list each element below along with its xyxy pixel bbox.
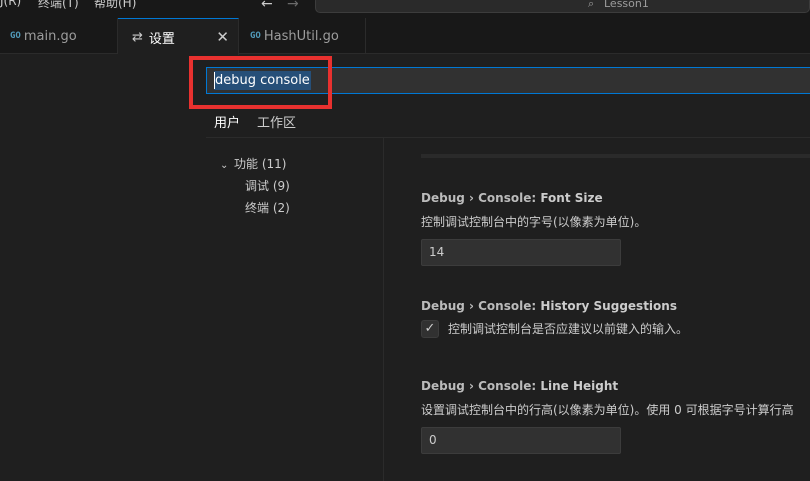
title-bar: J(R) 终端(T) 帮助(H) ← → ⌕ Lesson1 bbox=[0, 0, 810, 18]
chevron-down-icon: ⌄ bbox=[220, 160, 229, 171]
setting-title-line-height: Debug › Console: Line Height bbox=[421, 379, 619, 393]
menu-terminal[interactable]: 终端(T) bbox=[38, 0, 79, 11]
setting-title-font-size: Debug › Console: Font Size bbox=[421, 191, 603, 205]
go-file-icon: GO bbox=[250, 31, 261, 41]
highlight-box bbox=[189, 56, 332, 109]
divider bbox=[383, 138, 384, 481]
check-icon: ✓ bbox=[424, 321, 436, 336]
editor-tab-bar: GO main.go ⇄ 设置 ✕ GO HashUtil.go bbox=[0, 18, 810, 55]
setting-title-history-suggestions: Debug › Console: History Suggestions bbox=[421, 299, 677, 313]
tab-settings[interactable]: ⇄ 设置 ✕ bbox=[118, 18, 239, 55]
tab-label: 设置 bbox=[148, 31, 175, 47]
toc-item-debug[interactable]: 调试 (9) bbox=[245, 177, 290, 194]
command-center[interactable]: ⌕ Lesson1 bbox=[315, 0, 810, 13]
go-file-icon: GO bbox=[10, 31, 21, 41]
toc-label: 功能 (11) bbox=[234, 157, 287, 171]
setting-description: 控制调试控制台中的字号(以像素为单位)。 bbox=[421, 215, 647, 229]
tab-user-scope[interactable]: 用户 bbox=[214, 112, 241, 138]
setting-description: 控制调试控制台是否应建议以前键入的输入。 bbox=[448, 322, 689, 336]
tab-label: HashUtil.go bbox=[263, 28, 339, 44]
setting-description: 设置调试控制台中的行高(以像素为单位)。使用 0 可根据字号计算行高 bbox=[421, 403, 794, 417]
toc-item-terminal[interactable]: 终端 (2) bbox=[245, 199, 290, 216]
search-icon: ⌕ bbox=[588, 0, 595, 10]
previous-setting-edge bbox=[421, 138, 810, 158]
font-size-input[interactable]: 14 bbox=[421, 239, 621, 266]
history-suggestions-checkbox[interactable]: ✓ bbox=[421, 320, 439, 338]
tab-workspace-scope[interactable]: 工作区 bbox=[257, 112, 296, 131]
menu-run[interactable]: J(R) bbox=[0, 0, 21, 8]
tab-label: main.go bbox=[23, 28, 77, 44]
settings-icon: ⇄ bbox=[132, 29, 143, 45]
menu-help[interactable]: 帮助(H) bbox=[94, 0, 136, 11]
line-height-input[interactable]: 0 bbox=[421, 427, 621, 454]
command-center-label: Lesson1 bbox=[604, 0, 649, 10]
close-icon[interactable]: ✕ bbox=[216, 28, 229, 46]
arrow-left-icon[interactable]: ← bbox=[261, 0, 273, 12]
toc-item-features[interactable]: ⌄ 功能 (11) bbox=[220, 155, 286, 172]
tab-main-go[interactable]: GO main.go bbox=[0, 18, 118, 54]
arrow-right-icon[interactable]: → bbox=[287, 0, 299, 12]
tab-hashutil-go[interactable]: GO HashUtil.go bbox=[239, 18, 366, 54]
